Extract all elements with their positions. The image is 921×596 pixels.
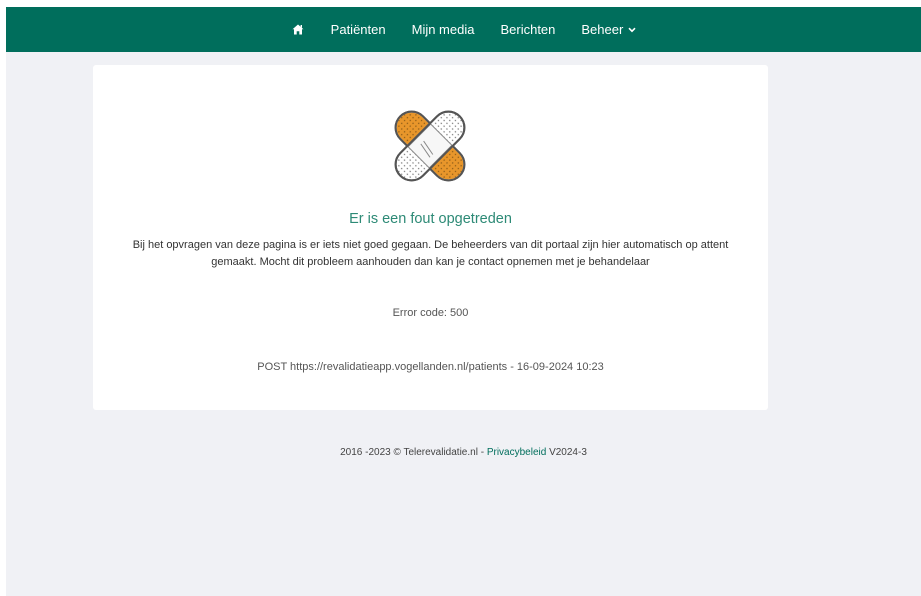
nav-item-label: Beheer: [581, 22, 624, 37]
nav-item-beheer-dropdown[interactable]: Beheer: [568, 7, 649, 52]
footer: 2016 -2023 © Telerevalidatie.nl - Privac…: [6, 447, 921, 458]
crossed-bandage-icon: [394, 110, 466, 182]
footer-copyright: 2016 -2023 © Telerevalidatie.nl -: [340, 447, 487, 458]
nav-item-label: Mijn media: [411, 22, 475, 37]
nav-item-patienten[interactable]: Patiënten: [318, 7, 399, 52]
error-code: Error code: 500: [392, 307, 469, 319]
nav-item-mijn-media[interactable]: Mijn media: [399, 7, 488, 52]
home-link[interactable]: [278, 7, 318, 52]
home-icon: [292, 24, 304, 35]
footer-version: V2024-3: [546, 447, 587, 458]
error-title: Er is een fout opgetreden: [349, 211, 512, 227]
privacy-policy-link[interactable]: Privacybeleid: [487, 447, 546, 458]
top-navbar: Patiënten Mijn media Berichten Beheer: [6, 7, 921, 52]
error-message: Bij het opvragen van deze pagina is er i…: [132, 239, 729, 268]
chevron-down-icon: [628, 27, 636, 32]
nav-item-label: Patiënten: [330, 22, 386, 37]
app-frame: Patiënten Mijn media Berichten Beheer Er…: [6, 7, 921, 596]
error-card: Er is een fout opgetreden Bij het opvrag…: [93, 65, 768, 410]
nav-item-berichten[interactable]: Berichten: [487, 7, 568, 52]
error-request-info: POST https://revalidatieapp.vogellanden.…: [257, 361, 604, 373]
nav-item-label: Berichten: [500, 22, 556, 37]
